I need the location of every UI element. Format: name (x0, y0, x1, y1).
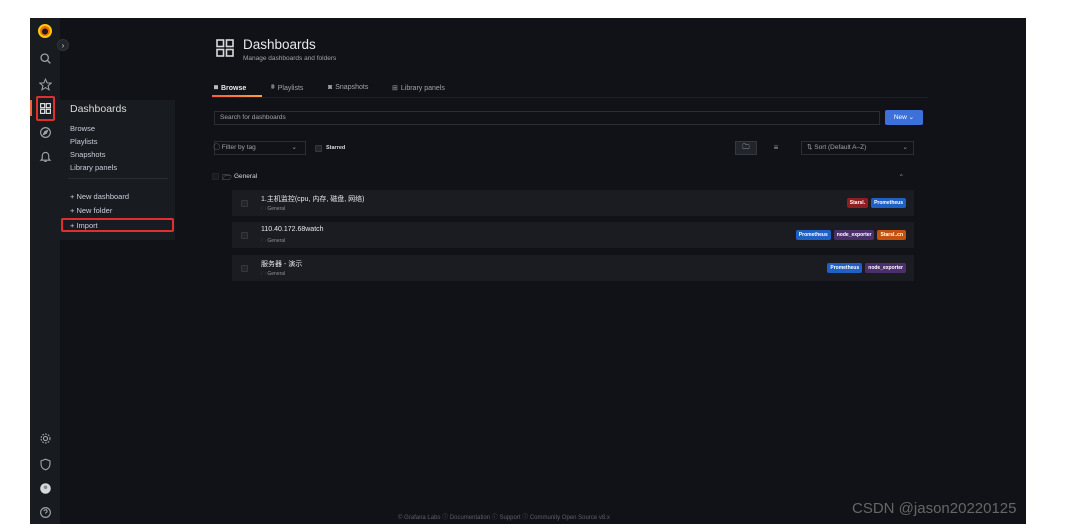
dashboard-name[interactable]: 服务器 - 演示 (261, 259, 302, 269)
page-subtitle: Manage dashboards and folders (243, 55, 337, 62)
tab-snapshots[interactable]: ◙ Snapshots (328, 84, 368, 91)
sort-select[interactable]: ⇅ Sort (Default A–Z) ⌄ (801, 141, 914, 155)
expand-sidebar-button[interactable]: › (57, 39, 69, 51)
tab-browse[interactable]: ⩎ Browse (214, 84, 246, 92)
tag-node-exporter[interactable]: node_exporter (833, 230, 875, 240)
grafana-logo-icon[interactable] (38, 24, 52, 38)
page-title: Dashboards (243, 37, 316, 52)
dashboard-folder-label: General (267, 271, 286, 277)
dashboard-row[interactable]: 服务器 - 演示 🗀 General Prometheus node_expor… (232, 255, 914, 281)
starred-checkbox[interactable] (315, 145, 322, 152)
dashboard-folder: 🗀 General (261, 206, 285, 214)
dashboard-checkbox[interactable] (241, 265, 248, 272)
shield-icon[interactable] (37, 456, 53, 472)
active-indicator (30, 100, 32, 116)
dashboards-flyout-menu: Dashboards Browse Playlists Snapshots Li… (60, 100, 175, 240)
tab-playlists[interactable]: ⩩ Playlists (271, 84, 303, 92)
playlist-icon: ⩩ (271, 84, 275, 91)
avatar[interactable] (37, 480, 53, 496)
explore-icon[interactable] (37, 124, 53, 140)
tab-library-panels[interactable]: ⊞ Library panels (392, 84, 445, 93)
dashboard-name[interactable]: 110.40.172.68watch (261, 226, 324, 233)
tag-starsl[interactable]: Starsl. (846, 198, 869, 208)
tab-label: Playlists (277, 84, 304, 92)
search-icon[interactable] (37, 50, 53, 66)
tab-label: Browse (220, 84, 247, 92)
flyout-item-snapshots[interactable]: Snapshots (70, 150, 105, 159)
footer: © Grafana Labs ⓘ Documentation ⓘ Support… (398, 515, 610, 521)
tab-label: Snapshots (335, 84, 369, 91)
alerting-icon[interactable] (37, 148, 53, 164)
tag-prometheus[interactable]: Prometheus (795, 230, 831, 240)
chevron-down-icon: ⌄ (291, 144, 297, 151)
sitemap-icon: ⩎ (214, 84, 218, 91)
dashboard-checkbox[interactable] (241, 232, 248, 239)
search-input[interactable]: Search for dashboards (214, 111, 880, 125)
starred-label[interactable]: Starred (326, 145, 345, 151)
help-icon[interactable] (37, 504, 53, 520)
watermark: CSDN @jason20220125 (852, 500, 1017, 517)
grafana-app: › Dashboards Browse Playlists Snapshots … (30, 18, 1026, 524)
star-icon[interactable] (37, 76, 53, 92)
tag-node-exporter[interactable]: node_exporter (865, 263, 906, 273)
dashboards-header-icon (216, 39, 234, 57)
dashboard-list: 🗁 General ⌃ 1.主机监控(cpu, 内存, 磁盘, 网络) 🗀 Ge… (212, 169, 914, 287)
flyout-item-browse[interactable]: Browse (70, 124, 95, 133)
tabs-divider (212, 97, 928, 98)
highlight-box-dashboards (36, 96, 55, 121)
tag-starsl-cn[interactable]: Starsl..cn (877, 230, 906, 240)
library-icon: ⊞ (392, 85, 398, 92)
folder-checkbox[interactable] (212, 173, 219, 180)
chevron-up-icon[interactable]: ⌃ (899, 173, 904, 181)
sort-label: ⇅ Sort (Default A–Z) (807, 144, 867, 151)
folder-view-toggle[interactable]: 🗀 (735, 141, 757, 155)
tag-prometheus[interactable]: Prometheus (827, 263, 863, 273)
tab-label: Library panels (400, 84, 445, 92)
sidebar: › (30, 18, 69, 524)
dashboard-folder-label: General (267, 206, 286, 212)
dashboard-name[interactable]: 1.主机监控(cpu, 内存, 磁盘, 网络) (261, 194, 364, 204)
dashboard-folder: 🗀 General (261, 238, 285, 246)
flyout-new-dashboard[interactable]: + New dashboard (70, 192, 129, 201)
highlight-box-import (61, 218, 174, 232)
dashboard-checkbox[interactable] (241, 200, 248, 207)
chevron-down-icon: ⌄ (902, 144, 908, 151)
tag-prometheus[interactable]: Prometheus (871, 198, 906, 208)
flyout-title[interactable]: Dashboards (70, 103, 127, 115)
gear-icon[interactable] (37, 430, 53, 446)
list-view-toggle[interactable]: ≡ (765, 141, 787, 155)
filter-label: ⃝ Filter by tag (220, 144, 256, 151)
dashboard-row[interactable]: 1.主机监控(cpu, 内存, 磁盘, 网络) 🗀 General Starsl… (232, 190, 914, 216)
dashboard-folder-label: General (267, 238, 286, 244)
folder-row-general[interactable]: 🗁 General ⌃ (212, 169, 914, 185)
flyout-divider (68, 178, 168, 179)
flyout-item-playlists[interactable]: Playlists (70, 137, 98, 146)
dashboard-tags: Prometheus node_exporter Starsl..cn (795, 230, 906, 240)
flyout-item-library-panels[interactable]: Library panels (70, 163, 117, 172)
dashboard-row[interactable]: 110.40.172.68watch 🗀 General Prometheus … (232, 222, 914, 248)
dashboard-tags: Prometheus node_exporter (827, 263, 906, 273)
new-button[interactable]: New ⌄ (885, 110, 923, 125)
camera-icon: ◙ (328, 84, 333, 91)
folder-open-icon: 🗁 (222, 173, 232, 182)
folder-name: General (234, 173, 258, 180)
dashboard-tags: Starsl. Prometheus (846, 198, 906, 208)
flyout-new-folder[interactable]: + New folder (70, 206, 112, 215)
dashboard-folder: 🗀 General (261, 271, 285, 279)
filter-by-tag-select[interactable]: ⃝ Filter by tag ⌄ (214, 141, 306, 155)
